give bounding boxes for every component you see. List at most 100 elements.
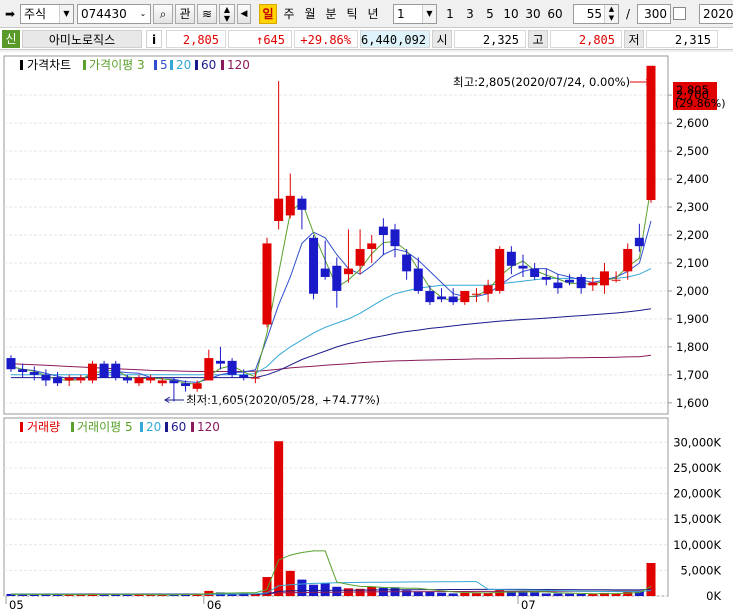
stock-code-input[interactable]: 074430 ⌄: [77, 4, 151, 24]
info-button[interactable]: i: [146, 30, 162, 48]
total-count-input[interactable]: 300: [637, 4, 671, 24]
candle-down: [169, 380, 179, 384]
candle-down: [99, 363, 109, 378]
candle-down: [506, 251, 516, 266]
volume-bar: [297, 579, 307, 596]
candle-up: [495, 248, 505, 291]
candle-down: [122, 377, 132, 381]
volume-bar: [122, 594, 132, 596]
candle-up: [192, 383, 202, 389]
price-tick-label: 2,500: [676, 144, 709, 158]
candle-down: [239, 374, 249, 378]
period-minute-button[interactable]: 분: [322, 4, 340, 24]
volume-bar: [274, 441, 284, 596]
legend-marker-ma5: [154, 60, 157, 70]
volume-bar: [588, 593, 598, 596]
reset-checkbox[interactable]: [673, 4, 687, 24]
search-icon: ⌕: [159, 7, 167, 21]
period-tick-button[interactable]: 틱: [343, 4, 361, 24]
legend-marker-vma20: [140, 422, 143, 432]
prev-button[interactable]: ◀: [237, 4, 251, 24]
quick-period-1[interactable]: 1: [441, 4, 459, 24]
candle-down: [553, 282, 563, 289]
candle-down: [53, 377, 63, 384]
x-tick-label: 05: [9, 598, 24, 612]
volume-legend-ma5: 거래이평 5: [77, 420, 133, 434]
volume-bar: [29, 594, 39, 596]
spin-up-icon: ▲: [223, 5, 231, 14]
candle-down: [378, 226, 388, 235]
chart-area[interactable]: 가격차트 가격이평 3 5 20 60 120 거래량 거래이평 5 20 60…: [0, 52, 733, 612]
low-price: 2,315: [646, 30, 718, 48]
date-input[interactable]: 2020/: [699, 4, 733, 24]
quick-period-10[interactable]: 10: [501, 4, 521, 24]
search-button[interactable]: ⌕: [153, 4, 173, 24]
low-annotation: 최저:1,605(2020/05/28, +74.77%): [186, 393, 380, 407]
period-unit-select[interactable]: 1 ▼: [393, 4, 437, 24]
volume-tick-label: 25,000K: [673, 461, 721, 475]
price-tick-label: 2,200: [676, 228, 709, 242]
asset-type-value: 주식: [24, 7, 47, 21]
volume-bar: [541, 593, 551, 596]
period-week-button[interactable]: 주: [280, 4, 298, 24]
trade-volume: 6,440,092: [360, 30, 430, 48]
volume-legend-ma20: 20: [146, 420, 161, 434]
price-tick-label: 2,600: [676, 116, 709, 130]
candle-up: [355, 248, 365, 266]
period-day-button[interactable]: 일: [259, 4, 277, 24]
candle-up: [157, 380, 167, 384]
candle-down: [530, 268, 540, 277]
quick-period-3[interactable]: 3: [461, 4, 479, 24]
period-unit-value: 1: [397, 7, 405, 21]
volume-bar: [565, 593, 575, 596]
price-legend-ma5: 5: [160, 58, 168, 72]
chevron-left-icon: ◀: [240, 9, 248, 19]
spin-button[interactable]: ▲ ▼: [219, 4, 235, 24]
candle-up: [460, 290, 470, 303]
watchlist-button[interactable]: 관: [175, 4, 195, 24]
menu-arrow-icon[interactable]: ➡: [3, 4, 17, 24]
candle-down: [413, 268, 423, 291]
quote-bar: 신 아미노로직스 i 2,805 ↑645 +29.86% 6,440,092 …: [0, 28, 733, 50]
open-price: 2,325: [454, 30, 526, 48]
asset-type-select[interactable]: 주식 ▼: [20, 4, 74, 24]
x-tick-label: 06: [207, 598, 222, 612]
price-tick-label: 2,700: [676, 88, 709, 102]
price-tick-label: 1,600: [676, 396, 709, 410]
candle-up: [588, 282, 598, 286]
chart-window: ➡ 주식 ▼ 074430 ⌄ ⌕ 관 ≋ ▲▼ ◀ 일 주 월 분 틱 년: [0, 0, 733, 612]
period-month-button[interactable]: 월: [301, 4, 319, 24]
volume-legend-title: 거래량: [27, 420, 60, 434]
x-tick-label: 07: [521, 598, 536, 612]
credit-badge: 신: [2, 30, 20, 48]
spin-down-icon: ▼: [223, 14, 231, 23]
layer-toggle-button[interactable]: ≋: [197, 4, 217, 24]
candle-down: [297, 198, 307, 210]
volume-tick-label: 30,000K: [673, 435, 721, 449]
volume-tick-label: 0K: [706, 589, 721, 603]
volume-bar: [518, 592, 528, 596]
quick-period-30[interactable]: 30: [523, 4, 543, 24]
quick-period-60[interactable]: 60: [545, 4, 565, 24]
price-tick-label: 1,900: [676, 312, 709, 326]
chart-svg[interactable]: 가격차트 가격이평 3 5 20 60 120 거래량 거래이평 5 20 60…: [0, 52, 733, 612]
candle-up: [204, 358, 214, 381]
candle-up: [483, 285, 493, 294]
spin-icon: ▲ ▼: [604, 5, 618, 23]
total-count-value: 300: [644, 7, 667, 21]
volume-bar: [332, 586, 342, 596]
current-price: 2,805: [166, 30, 226, 48]
stack-icon: ≋: [201, 7, 213, 21]
price-tick-label: 2,100: [676, 256, 709, 270]
chevron-down-icon: ▼: [59, 5, 73, 23]
period-year-button[interactable]: 년: [364, 4, 382, 24]
candle-up: [599, 271, 609, 286]
toolbar: ➡ 주식 ▼ 074430 ⌄ ⌕ 관 ≋ ▲▼ ◀ 일 주 월 분 틱 년: [0, 0, 733, 28]
volume-legend-ma120: 120: [197, 420, 220, 434]
candle-up: [285, 195, 295, 216]
candle-up: [367, 243, 377, 249]
price-tick-label: 1,700: [676, 368, 709, 382]
display-count-input[interactable]: 55 ▲ ▼: [573, 4, 619, 24]
quick-period-5[interactable]: 5: [481, 4, 499, 24]
candle-down: [18, 369, 28, 373]
